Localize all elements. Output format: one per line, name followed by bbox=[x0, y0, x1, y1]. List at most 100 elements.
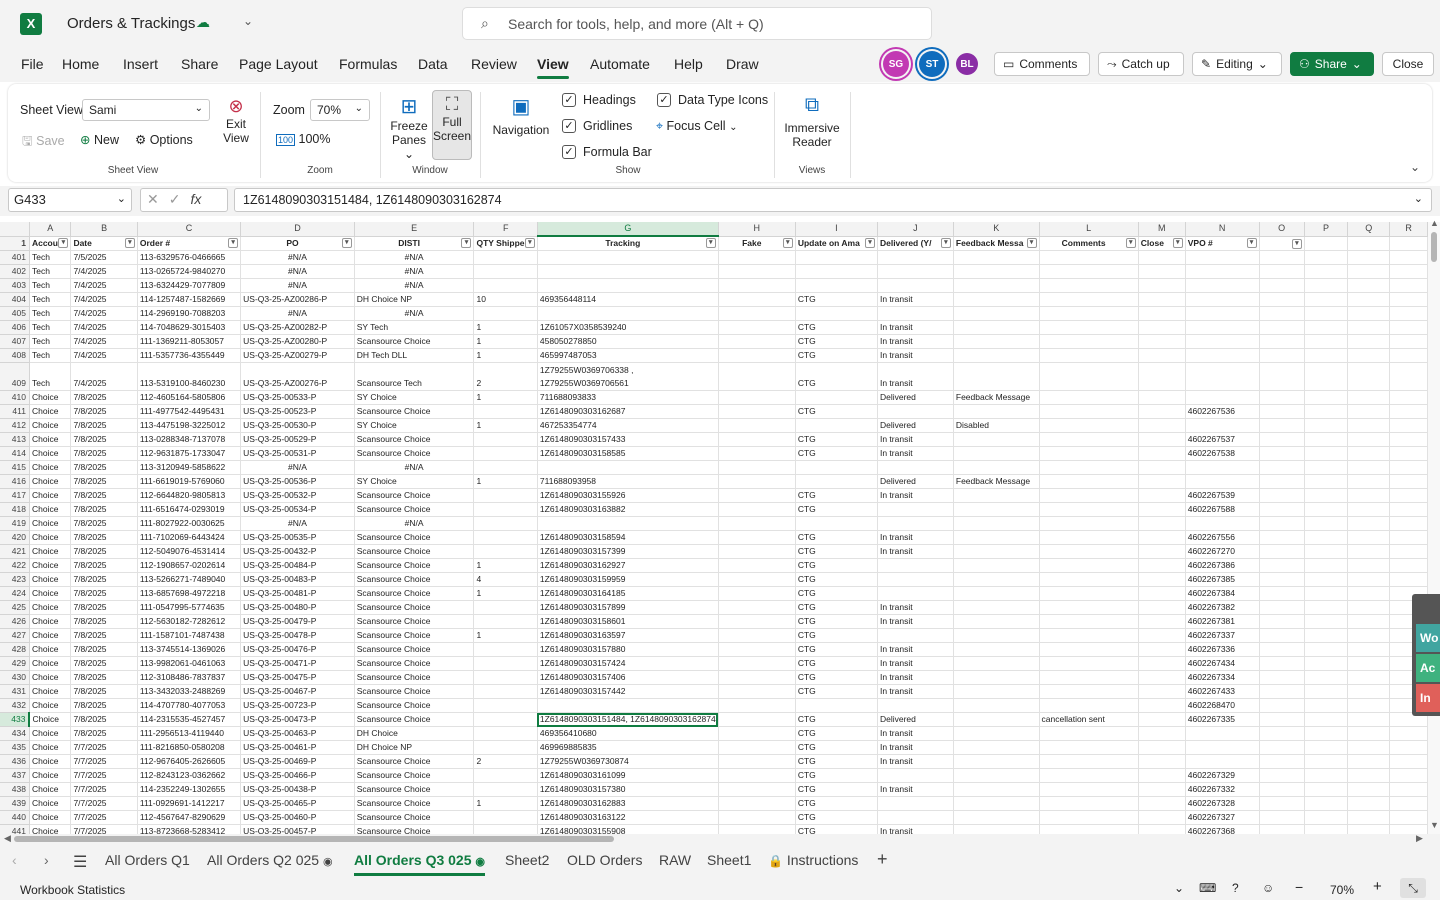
avatar-bl[interactable]: BL bbox=[956, 53, 978, 75]
function-icon[interactable]: fx bbox=[190, 191, 201, 207]
cell[interactable] bbox=[718, 278, 796, 293]
row-number[interactable]: 438 bbox=[0, 782, 30, 797]
cell[interactable]: Scansource Choice bbox=[354, 446, 475, 461]
cell[interactable]: US-Q3-25-00467-P bbox=[240, 684, 355, 699]
cell[interactable]: US-Q3-25-00457-P bbox=[240, 824, 355, 834]
cell[interactable] bbox=[1347, 712, 1391, 727]
cell[interactable] bbox=[1185, 460, 1260, 475]
cell[interactable] bbox=[1259, 278, 1305, 293]
cell[interactable] bbox=[877, 278, 954, 293]
cell[interactable] bbox=[1039, 670, 1139, 685]
cell[interactable] bbox=[1389, 460, 1428, 475]
row-number[interactable]: 419 bbox=[0, 516, 30, 531]
filter-dropdown-icon[interactable]: ▾ bbox=[124, 237, 135, 248]
cell[interactable] bbox=[1185, 306, 1260, 321]
column-header[interactable]: P bbox=[1304, 222, 1349, 237]
comments-button[interactable]: ▭ Comments bbox=[994, 52, 1090, 76]
cell[interactable]: 1Z6148090303155926 bbox=[537, 488, 719, 503]
cell[interactable]: CTG bbox=[795, 348, 878, 363]
cell[interactable] bbox=[1389, 796, 1428, 811]
cell[interactable] bbox=[718, 698, 796, 713]
cell[interactable]: CTG bbox=[795, 292, 878, 307]
cell[interactable] bbox=[718, 572, 796, 587]
cell[interactable] bbox=[1138, 334, 1186, 349]
cell[interactable] bbox=[718, 642, 796, 657]
cell[interactable]: 711688093958 bbox=[537, 474, 719, 489]
immersive-reader-button[interactable]: ⧉ Immersive Reader bbox=[780, 94, 844, 160]
cell[interactable] bbox=[877, 586, 954, 601]
cell[interactable]: Delivered bbox=[877, 474, 954, 489]
cell[interactable] bbox=[1138, 656, 1186, 671]
cell[interactable]: CTG bbox=[795, 334, 878, 349]
cell[interactable]: US-Q3-25-00530-P bbox=[240, 418, 355, 433]
cell[interactable]: US-Q3-25-00532-P bbox=[240, 488, 355, 503]
cell[interactable]: Choice bbox=[29, 474, 72, 489]
cell[interactable] bbox=[718, 292, 796, 307]
cell[interactable] bbox=[1389, 320, 1428, 335]
header-cell[interactable]: Date ▾ bbox=[70, 236, 138, 251]
cell[interactable] bbox=[953, 264, 1040, 279]
cell[interactable] bbox=[718, 544, 796, 559]
cell[interactable]: 1 bbox=[473, 586, 538, 601]
cell[interactable] bbox=[1389, 474, 1428, 489]
cell[interactable] bbox=[473, 544, 538, 559]
cell[interactable] bbox=[718, 418, 796, 433]
scroll-right-icon[interactable]: ▶ bbox=[1416, 833, 1423, 844]
cell[interactable]: CTG bbox=[795, 544, 878, 559]
cell[interactable] bbox=[1138, 782, 1186, 797]
cell[interactable] bbox=[718, 460, 796, 475]
header-cell[interactable]: Tracking ▾ bbox=[537, 236, 719, 251]
cell[interactable] bbox=[1389, 404, 1428, 419]
cell[interactable] bbox=[1347, 348, 1391, 363]
cell[interactable] bbox=[1304, 460, 1349, 475]
cell[interactable] bbox=[1304, 306, 1349, 321]
cell[interactable] bbox=[1304, 740, 1349, 755]
cell[interactable]: 7/4/2025 bbox=[70, 278, 138, 293]
gridlines-checkbox[interactable]: ✓ bbox=[562, 119, 576, 133]
cell[interactable] bbox=[1259, 796, 1305, 811]
cell[interactable]: 1Z6148090303157433 bbox=[537, 432, 719, 447]
cell[interactable] bbox=[1347, 516, 1391, 531]
cell[interactable]: Choice bbox=[29, 614, 72, 629]
cell[interactable] bbox=[953, 684, 1040, 699]
cell[interactable] bbox=[877, 628, 954, 643]
cell[interactable] bbox=[1039, 432, 1139, 447]
cell[interactable]: #N/A bbox=[354, 516, 475, 531]
editing-button[interactable]: ✎ Editing ⌄ bbox=[1192, 52, 1282, 76]
cell[interactable]: 111-7102069-6443424 bbox=[137, 530, 242, 545]
cell[interactable] bbox=[473, 306, 538, 321]
cell[interactable] bbox=[473, 488, 538, 503]
cell[interactable]: 111-0929691-1412217 bbox=[137, 796, 242, 811]
cell[interactable]: 7/8/2025 bbox=[70, 460, 138, 475]
cell[interactable]: SY Choice bbox=[354, 418, 475, 433]
cell[interactable] bbox=[1039, 250, 1139, 265]
cell[interactable]: 114-2969190-7088203 bbox=[137, 306, 242, 321]
cell[interactable] bbox=[1304, 250, 1349, 265]
cell[interactable]: SY Tech bbox=[354, 320, 475, 335]
cell[interactable]: 1 bbox=[473, 474, 538, 489]
cell[interactable] bbox=[1039, 768, 1139, 783]
cell[interactable]: CTG bbox=[795, 824, 878, 834]
filter-dropdown-icon[interactable]: ▾ bbox=[1125, 237, 1136, 248]
cell[interactable] bbox=[537, 278, 719, 293]
cell[interactable] bbox=[1039, 782, 1139, 797]
cell[interactable] bbox=[718, 796, 796, 811]
cell[interactable] bbox=[473, 712, 538, 727]
cell[interactable]: US-Q3-25-AZ00280-P bbox=[240, 334, 355, 349]
cell[interactable]: 458050278850 bbox=[537, 334, 719, 349]
cell[interactable] bbox=[1347, 796, 1391, 811]
row-number[interactable]: 426 bbox=[0, 614, 30, 629]
column-header[interactable]: I bbox=[795, 222, 878, 237]
scroll-thumb[interactable] bbox=[14, 836, 614, 842]
cell[interactable] bbox=[1039, 572, 1139, 587]
cell[interactable]: 10 bbox=[473, 292, 538, 307]
cell[interactable]: 7/8/2025 bbox=[70, 614, 138, 629]
cell[interactable] bbox=[473, 656, 538, 671]
cell[interactable] bbox=[1304, 754, 1349, 769]
cell[interactable]: 7/8/2025 bbox=[70, 628, 138, 643]
cell[interactable]: 111-1587101-7487438 bbox=[137, 628, 242, 643]
cell[interactable] bbox=[953, 530, 1040, 545]
cancel-icon[interactable]: ✕ bbox=[147, 191, 169, 207]
cell[interactable]: 7/8/2025 bbox=[70, 726, 138, 741]
cell[interactable]: US-Q3-25-00481-P bbox=[240, 586, 355, 601]
